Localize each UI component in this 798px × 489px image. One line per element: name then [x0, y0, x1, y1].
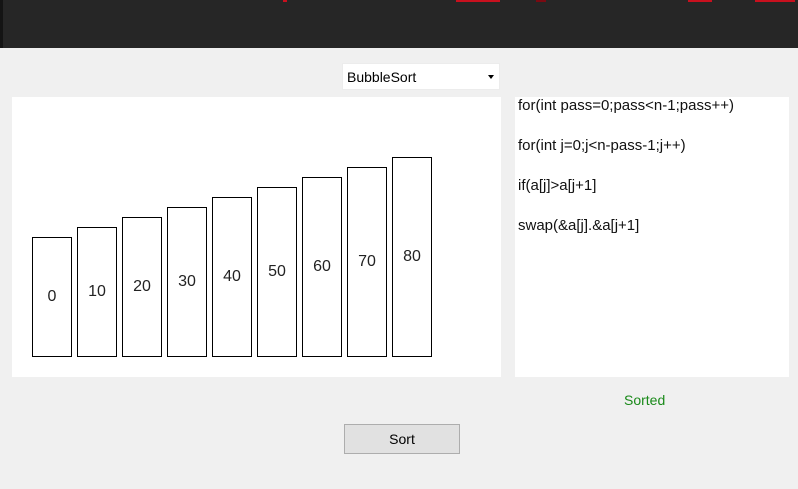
array-bar-label: 0	[47, 288, 57, 305]
array-bar: 60	[302, 177, 342, 357]
array-bar-label: 60	[313, 258, 331, 275]
array-bar: 70	[347, 167, 387, 357]
title-accent	[536, 0, 546, 2]
array-bar-label: 10	[88, 283, 106, 300]
title-accent	[283, 0, 287, 2]
code-line: for(int j=0;j<n-pass-1;j++)	[518, 137, 686, 154]
sort-button[interactable]: Sort	[344, 424, 460, 454]
array-bar-label: 30	[178, 273, 196, 290]
code-line: swap(&a[j].&a[j+1]	[518, 217, 640, 234]
title-accent	[755, 0, 795, 2]
code-line: for(int pass=0;pass<n-1;pass++)	[518, 97, 734, 114]
array-bar: 30	[167, 207, 207, 357]
title-accent	[456, 0, 500, 2]
array-bar: 10	[77, 227, 117, 357]
array-bar: 0	[32, 237, 72, 357]
chevron-down-icon[interactable]	[483, 64, 499, 89]
title-accent	[688, 0, 712, 2]
code-line: if(a[j]>a[j+1]	[518, 177, 597, 194]
array-bar-label: 70	[358, 253, 376, 270]
array-bar-label: 50	[268, 263, 286, 280]
window-edge	[0, 0, 3, 48]
algorithm-dropdown[interactable]: BubbleSort	[342, 63, 500, 90]
array-bar: 50	[257, 187, 297, 357]
status-label: Sorted	[624, 392, 666, 408]
array-bar: 20	[122, 217, 162, 357]
array-bar: 40	[212, 197, 252, 357]
code-panel: for(int pass=0;pass<n-1;pass++) for(int …	[515, 97, 789, 377]
array-bar-label: 40	[223, 268, 241, 285]
array-bar: 80	[392, 157, 432, 357]
array-bar-label: 20	[133, 278, 151, 295]
visualization-panel: 0 10 20 30 40 50 60 70 80	[12, 97, 501, 377]
algorithm-dropdown-value: BubbleSort	[347, 69, 417, 85]
array-bar-label: 80	[403, 248, 421, 265]
title-bar	[0, 0, 798, 48]
